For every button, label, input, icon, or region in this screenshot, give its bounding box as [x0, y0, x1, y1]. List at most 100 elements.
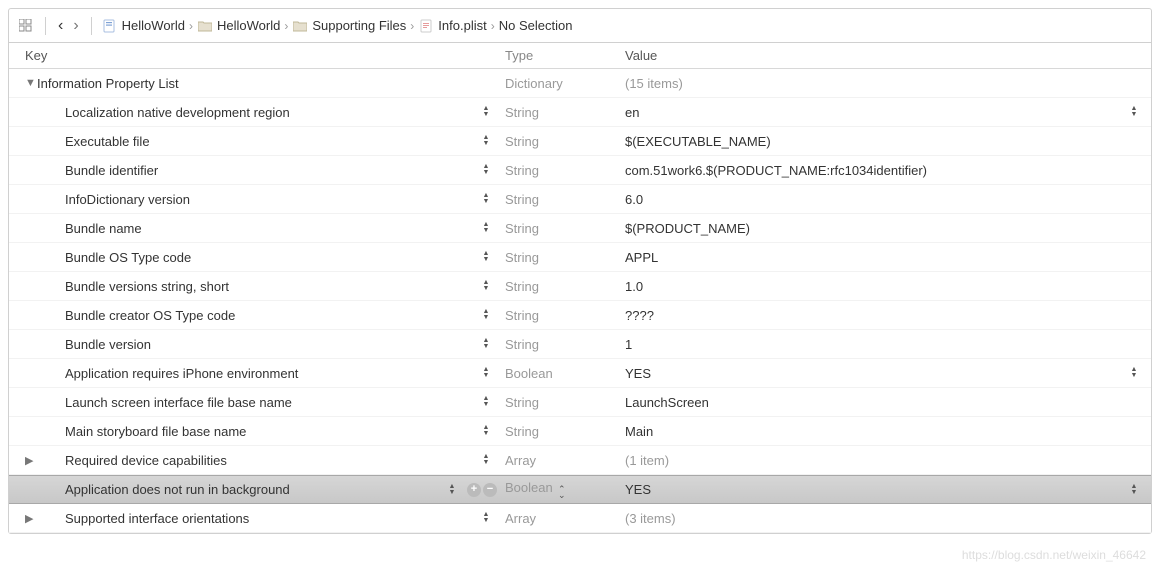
type-cell[interactable]: String	[505, 192, 625, 207]
breadcrumb-item[interactable]: HelloWorld	[102, 18, 185, 34]
value-cell[interactable]: YES	[625, 365, 1139, 381]
key-popup-stepper[interactable]	[481, 133, 491, 149]
key-popup-stepper[interactable]	[481, 162, 491, 178]
type-label: String	[505, 395, 539, 410]
type-cell[interactable]: String	[505, 134, 625, 149]
key-popup-stepper[interactable]	[481, 365, 491, 381]
remove-row-button[interactable]: −	[483, 483, 497, 497]
type-cell[interactable]: String	[505, 424, 625, 439]
key-label: Bundle version	[65, 337, 151, 352]
key-popup-stepper[interactable]	[481, 510, 491, 526]
type-cell[interactable]: String	[505, 250, 625, 265]
breadcrumb-label: No Selection	[499, 18, 573, 33]
type-cell[interactable]: String	[505, 105, 625, 120]
plist-row[interactable]: Bundle OS Type code String APPL	[9, 243, 1151, 272]
key-popup-stepper[interactable]	[481, 278, 491, 294]
value-cell[interactable]: 1	[625, 337, 1139, 352]
plist-row[interactable]: Bundle version String1	[9, 330, 1151, 359]
header-value[interactable]: Value	[625, 48, 1139, 63]
key-popup-stepper[interactable]	[481, 452, 491, 468]
key-popup-stepper[interactable]	[481, 307, 491, 323]
breadcrumb-item[interactable]: Info.plist	[418, 18, 486, 34]
value-cell[interactable]: 6.0	[625, 192, 1139, 207]
breadcrumb-item[interactable]: Supporting Files	[292, 18, 406, 34]
header-type[interactable]: Type	[505, 48, 625, 63]
plist-row[interactable]: ▶Supported interface orientationsArray(3…	[9, 504, 1151, 533]
key-popup-stepper[interactable]	[481, 423, 491, 439]
value-cell[interactable]: $(PRODUCT_NAME)	[625, 221, 1139, 236]
plist-row[interactable]: Localization native development regionSt…	[9, 98, 1151, 127]
plist-row[interactable]: Main storyboard file base nameStringMain	[9, 417, 1151, 446]
key-popup-stepper[interactable]	[481, 394, 491, 410]
value-cell[interactable]: Main	[625, 424, 1139, 439]
type-cell[interactable]: String	[505, 337, 625, 352]
value-cell[interactable]: APPL	[625, 250, 1139, 265]
key-label: Application does not run in background	[65, 482, 290, 497]
key-label: Bundle versions string, short	[65, 279, 229, 294]
plist-row[interactable]: Bundle versions string, short String 1.0	[9, 272, 1151, 301]
type-cell[interactable]: String	[505, 221, 625, 236]
value-cell[interactable]: ????	[625, 308, 1139, 323]
value-popup-stepper[interactable]	[1129, 104, 1139, 120]
type-cell[interactable]: Array	[505, 453, 625, 468]
key-popup-stepper[interactable]	[447, 482, 457, 498]
type-label: String	[505, 221, 539, 236]
plist-root-row[interactable]: ▼ Information Property List Dictionary (…	[9, 69, 1151, 98]
type-label: Boolean	[505, 480, 553, 495]
plist-row[interactable]: Executable fileString$(EXECUTABLE_NAME)	[9, 127, 1151, 156]
disclosure-triangle-closed-icon[interactable]: ▶	[25, 512, 37, 525]
plist-row[interactable]: Application requires iPhone environmentB…	[9, 359, 1151, 388]
plist-row[interactable]: InfoDictionary versionString6.0	[9, 185, 1151, 214]
plist-row[interactable]: Bundle creator OS Type codeString????	[9, 301, 1151, 330]
type-cell[interactable]: String	[505, 279, 625, 294]
plist-row[interactable]: Bundle nameString$(PRODUCT_NAME)	[9, 214, 1151, 243]
breadcrumb-label: HelloWorld	[217, 18, 280, 33]
plist-row[interactable]: Bundle identifierStringcom.51work6.$(PRO…	[9, 156, 1151, 185]
nav-back-button[interactable]: ‹	[56, 17, 65, 35]
value-popup-stepper[interactable]	[1129, 365, 1139, 381]
type-cell[interactable]: Boolean ⌃⌄	[505, 480, 625, 500]
type-label: String	[505, 279, 539, 294]
value-cell[interactable]: (1 item)	[625, 453, 1139, 468]
disclosure-triangle-open-icon[interactable]: ▼	[25, 77, 37, 89]
type-label: Array	[505, 511, 536, 526]
key-popup-stepper[interactable]	[481, 104, 491, 120]
key-popup-stepper[interactable]	[481, 220, 491, 236]
type-cell[interactable]: String	[505, 308, 625, 323]
breadcrumb-item[interactable]: No Selection	[499, 18, 573, 33]
type-label: String	[505, 250, 539, 265]
value-cell[interactable]: en	[625, 104, 1139, 120]
value-popup-stepper[interactable]	[1129, 482, 1139, 498]
value-cell[interactable]: (3 items)	[625, 511, 1139, 526]
key-label: Information Property List	[37, 76, 179, 91]
type-cell[interactable]: Boolean	[505, 366, 625, 381]
value-label: APPL	[625, 250, 658, 265]
header-key[interactable]: Key	[25, 48, 505, 63]
type-label: Dictionary	[505, 76, 625, 91]
value-label: (15 items)	[625, 76, 683, 91]
value-cell[interactable]: com.51work6.$(PRODUCT_NAME:rfc1034identi…	[625, 163, 1139, 178]
plist-row[interactable]: Launch screen interface file base nameSt…	[9, 388, 1151, 417]
type-label: String	[505, 163, 539, 178]
value-cell[interactable]: LaunchScreen	[625, 395, 1139, 410]
breadcrumb-label: Supporting Files	[312, 18, 406, 33]
key-popup-stepper[interactable]	[481, 249, 491, 265]
plist-row[interactable]: Application does not run in background +−…	[9, 475, 1151, 504]
plist-row[interactable]: ▶Required device capabilitiesArray(1 ite…	[9, 446, 1151, 475]
key-popup-stepper[interactable]	[481, 336, 491, 352]
type-popup-stepper[interactable]: ⌃⌄	[557, 484, 567, 500]
type-cell[interactable]: String	[505, 395, 625, 410]
related-items-icon[interactable]	[17, 17, 35, 35]
disclosure-triangle-closed-icon[interactable]: ▶	[25, 454, 37, 467]
breadcrumb-item[interactable]: HelloWorld	[197, 18, 280, 34]
value-cell[interactable]: YES	[625, 482, 1139, 498]
key-label: Bundle OS Type code	[65, 250, 191, 265]
add-row-button[interactable]: +	[467, 483, 481, 497]
value-cell[interactable]: $(EXECUTABLE_NAME)	[625, 134, 1139, 149]
key-popup-stepper[interactable]	[481, 191, 491, 207]
type-cell[interactable]: String	[505, 163, 625, 178]
type-label: String	[505, 134, 539, 149]
separator	[45, 17, 46, 35]
value-cell[interactable]: 1.0	[625, 279, 1139, 294]
type-cell[interactable]: Array	[505, 511, 625, 526]
